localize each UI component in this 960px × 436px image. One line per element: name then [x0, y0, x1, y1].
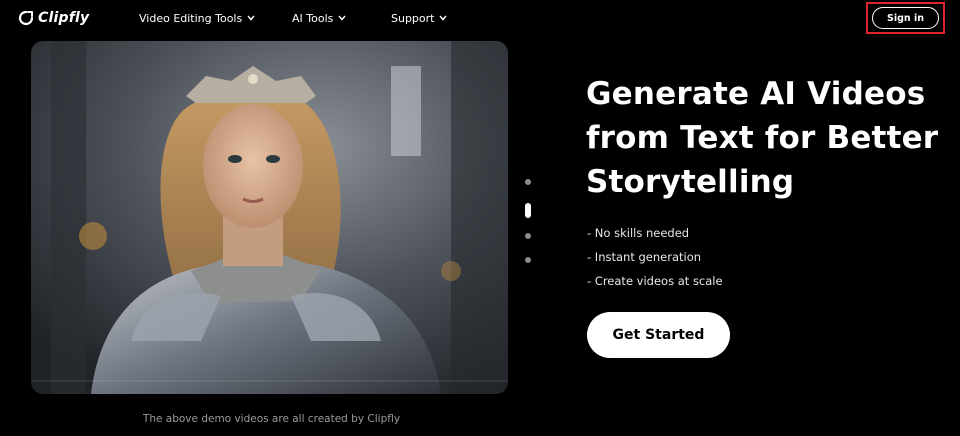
slide-dot-2-active[interactable]	[525, 203, 531, 218]
video-progress-track[interactable]	[31, 380, 508, 382]
nav-support-label: Support	[391, 11, 435, 25]
chevron-down-icon	[247, 15, 255, 21]
demo-video-player[interactable]	[31, 41, 508, 394]
demo-caption: The above demo videos are all created by…	[142, 413, 401, 425]
nav-ai-tools[interactable]: AI Tools	[292, 9, 346, 27]
slide-dot-3[interactable]	[525, 233, 531, 239]
hero-headline: Generate AI Videos from Text for Better …	[586, 76, 939, 200]
slide-dot-1[interactable]	[525, 179, 531, 185]
nav-support[interactable]: Support	[391, 9, 448, 27]
chevron-down-icon	[439, 15, 448, 21]
nav-ai-tools-label: AI Tools	[292, 11, 334, 25]
get-started-button[interactable]: Get Started	[587, 312, 730, 358]
nav-video-editing-tools[interactable]: Video Editing Tools	[139, 9, 255, 27]
feature-item: - Create videos at scale	[587, 274, 723, 288]
feature-item: - No skills needed	[587, 226, 690, 240]
slide-dot-4[interactable]	[525, 257, 531, 263]
clipfly-logo[interactable]: Clipfly	[18, 8, 89, 28]
sign-in-button[interactable]: Sign in	[872, 7, 939, 29]
feature-item: - Instant generation	[587, 250, 702, 264]
demo-video-frame-image	[31, 41, 508, 394]
nav-video-editing-tools-label: Video Editing Tools	[139, 11, 243, 25]
chevron-down-icon	[338, 15, 346, 21]
brand-name: Clipfly	[38, 10, 90, 26]
clipfly-logo-icon	[18, 10, 34, 26]
feature-list: - No skills needed - Instant generation …	[587, 224, 723, 296]
